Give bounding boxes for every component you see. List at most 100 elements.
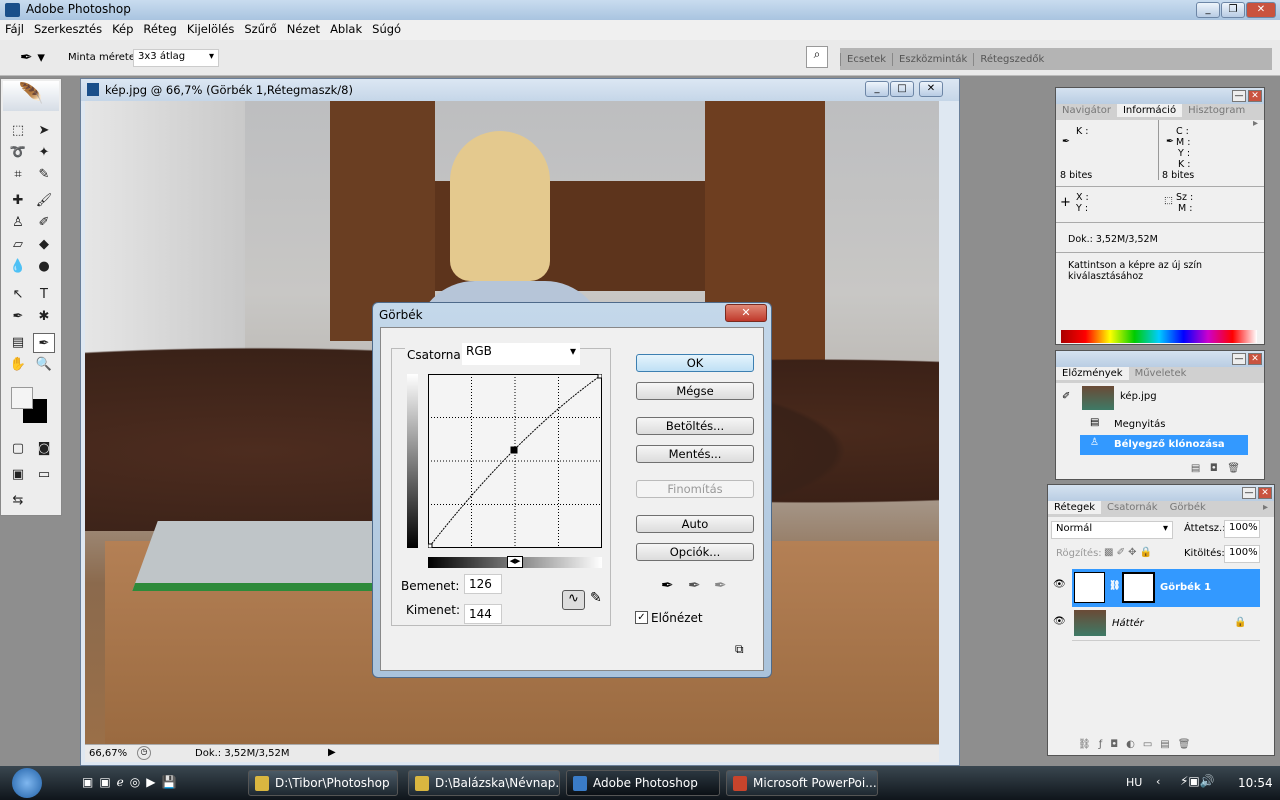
minimize-button[interactable]: _ <box>1196 2 1220 18</box>
menu-window[interactable]: Ablak <box>325 20 367 38</box>
zoom-level[interactable]: 66,67% <box>89 748 127 759</box>
healing-brush-icon[interactable]: ✚ <box>7 191 29 211</box>
blur-tool-icon[interactable]: 💧 <box>7 257 29 277</box>
tray-icons[interactable]: ⚡▣🔊 <box>1180 774 1215 788</box>
black-eyedropper-icon[interactable]: ✒ <box>661 576 674 594</box>
palette-well-icon[interactable]: ⌕ <box>806 46 828 68</box>
tab-history[interactable]: Előzmények <box>1056 367 1129 380</box>
gradient-toggle-icon[interactable]: ◀▶ <box>507 556 523 568</box>
blend-mode-select[interactable]: Normál ▾ <box>1051 521 1173 539</box>
quick-launch-icons[interactable]: ▣▣ℯ◎▶💾 <box>82 775 182 789</box>
panel-close-button[interactable]: ✕ <box>1248 90 1262 102</box>
menu-help[interactable]: Súgó <box>367 20 406 38</box>
standard-mode-icon[interactable]: ▢ <box>7 439 29 459</box>
restore-button[interactable]: ❐ <box>1221 2 1245 18</box>
quick-mask-icon[interactable]: ◙ <box>33 439 55 459</box>
slice-tool-icon[interactable]: ✎ <box>33 165 55 185</box>
tab-layers[interactable]: Rétegek <box>1048 501 1102 514</box>
eye-icon[interactable]: 👁 <box>1053 616 1066 627</box>
full-screen-icon[interactable]: ▭ <box>33 465 55 485</box>
panel-minimize-button[interactable]: — <box>1242 487 1256 499</box>
channel-select[interactable]: RGB ▾ <box>462 343 580 365</box>
panel-close-button[interactable]: ✕ <box>1258 487 1272 499</box>
menu-edit[interactable]: Szerkesztés <box>29 20 107 38</box>
sample-size-select[interactable]: 3x3 átlag ▾ <box>133 49 219 67</box>
language-indicator[interactable]: HU <box>1126 776 1142 789</box>
output-field[interactable]: 144 <box>464 604 502 624</box>
move-tool-icon[interactable]: ➤ <box>33 121 55 141</box>
tab-channels[interactable]: Csatornák <box>1101 501 1164 514</box>
doc-maximize-button[interactable]: □ <box>890 81 914 97</box>
auto-button[interactable]: Auto <box>636 515 754 533</box>
cancel-button[interactable]: Mégse <box>636 382 754 400</box>
history-item[interactable]: ▤ Megnyitás <box>1056 415 1248 435</box>
tab-brushes[interactable]: Ecsetek <box>840 53 892 66</box>
notes-tool-icon[interactable]: ▤ <box>7 333 29 353</box>
hand-tool-icon[interactable]: ✋ <box>7 355 29 375</box>
jump-to-imageready-icon[interactable]: ⇆ <box>7 491 29 511</box>
eraser-icon[interactable]: ▱ <box>7 235 29 255</box>
tab-info[interactable]: Információ <box>1116 104 1183 117</box>
start-button[interactable] <box>12 768 42 798</box>
history-item-selected[interactable]: ♙ Bélyegző klónozása <box>1080 435 1248 455</box>
menu-filter[interactable]: Szűrő <box>239 20 281 38</box>
panel-menu-icon[interactable]: ▸ <box>1257 501 1274 514</box>
load-button[interactable]: Betöltés... <box>636 417 754 435</box>
ok-button[interactable]: OK <box>636 354 754 372</box>
tab-actions[interactable]: Műveletek <box>1129 367 1193 380</box>
layer-row-background[interactable]: Háttér 🔒 <box>1072 607 1260 641</box>
screen-mode-icon[interactable]: ▣ <box>7 465 29 485</box>
fill-field[interactable]: 100% <box>1224 545 1260 563</box>
menu-view[interactable]: Nézet <box>282 20 325 38</box>
snapshot-label[interactable]: kép.jpg <box>1120 391 1157 402</box>
menu-layer[interactable]: Réteg <box>138 20 181 38</box>
zoom-tool-icon[interactable]: 🔍 <box>33 355 55 375</box>
curve-point-tool-icon[interactable]: ∿ <box>562 590 585 610</box>
tab-tool-presets[interactable]: Eszközminták <box>892 53 973 66</box>
task-explorer-tibor[interactable]: D:\Tibor\Photoshop <box>248 770 398 796</box>
layers-footer-icons[interactable]: ⛓ƒ◘◐▭▤🗑 <box>1078 739 1198 750</box>
lock-icons[interactable]: ▩ ✐ ✥ 🔒 <box>1104 547 1152 558</box>
doc-close-button[interactable]: ✕ <box>919 81 943 97</box>
paint-bucket-icon[interactable]: ◆ <box>33 235 55 255</box>
save-button[interactable]: Mentés... <box>636 445 754 463</box>
magic-wand-icon[interactable]: ✦ <box>33 143 55 163</box>
pencil-tool-icon[interactable]: ✎ <box>590 590 602 606</box>
panel-minimize-button[interactable]: — <box>1232 353 1246 365</box>
path-selection-icon[interactable]: ↖ <box>7 285 29 305</box>
tab-histogram[interactable]: Hisztogram <box>1182 104 1251 117</box>
foreground-color-swatch[interactable] <box>11 387 33 409</box>
curve-graph[interactable] <box>428 374 602 548</box>
eyedropper-tool-icon[interactable]: ✒ <box>33 333 55 353</box>
status-menu-icon[interactable]: ◷ <box>137 746 151 760</box>
tab-layer-comps[interactable]: Rétegszedők <box>973 53 1050 66</box>
tray-expand-icon[interactable]: ‹ <box>1156 775 1160 788</box>
input-field[interactable]: 126 <box>464 574 502 594</box>
clone-stamp-icon[interactable]: ♙ <box>7 213 29 233</box>
dialog-close-button[interactable]: ✕ <box>725 304 767 322</box>
eyedropper-tool-preset-icon[interactable]: ✒ ▾ <box>20 48 45 66</box>
dodge-tool-icon[interactable]: ● <box>33 257 55 277</box>
expand-dialog-icon[interactable]: ⧉ <box>735 642 744 657</box>
snapshot-icon[interactable]: ◘ <box>1210 463 1218 474</box>
layer-row-curves[interactable]: ⛓ Görbék 1 <box>1072 569 1260 607</box>
shape-tool-icon[interactable]: ✱ <box>33 307 55 327</box>
task-explorer-balazska[interactable]: D:\Balázska\Névnap... <box>408 770 560 796</box>
history-brush-source-icon[interactable]: ✐ <box>1062 391 1070 402</box>
type-tool-icon[interactable]: T <box>33 285 55 305</box>
clock[interactable]: 10:54 <box>1238 776 1273 790</box>
panel-close-button[interactable]: ✕ <box>1248 353 1262 365</box>
brush-tool-icon[interactable]: 🖌 <box>33 191 55 211</box>
menu-file[interactable]: Fájl <box>0 20 29 38</box>
doc-minimize-button[interactable]: _ <box>865 81 889 97</box>
task-photoshop[interactable]: Adobe Photoshop <box>566 770 720 796</box>
menu-image[interactable]: Kép <box>107 20 138 38</box>
marquee-tool-icon[interactable]: ⬚ <box>7 121 29 141</box>
eye-icon[interactable]: 👁 <box>1053 579 1066 590</box>
pen-tool-icon[interactable]: ✒ <box>7 307 29 327</box>
gray-eyedropper-icon[interactable]: ✒ <box>688 576 701 594</box>
crop-tool-icon[interactable]: ⌗ <box>7 165 29 185</box>
tab-navigator[interactable]: Navigátor <box>1056 104 1117 117</box>
preview-checkbox[interactable]: ✓ <box>635 611 648 624</box>
new-document-icon[interactable]: ▤ <box>1191 463 1200 474</box>
